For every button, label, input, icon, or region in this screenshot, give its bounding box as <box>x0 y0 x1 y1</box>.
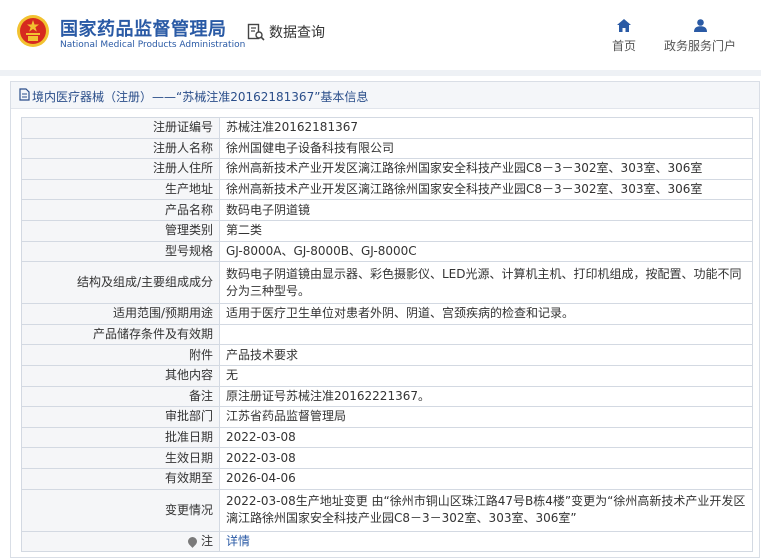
data-query-link[interactable]: 数据查询 <box>247 22 325 42</box>
nav-government-service[interactable]: 政务服务门户 <box>660 19 740 54</box>
row-key: 产品名称 <box>21 199 220 221</box>
row-key: 审批部门 <box>21 406 220 428</box>
nav-home[interactable]: 首页 <box>604 19 644 54</box>
note-key: 注 <box>200 533 213 548</box>
details-link[interactable]: 详情 <box>226 534 250 548</box>
table-row: 产品储存条件及有效期 <box>21 323 753 346</box>
row-value: 无 <box>219 364 753 387</box>
site-title[interactable]: 国家药品监督管理局 <box>60 15 227 41</box>
row-value: 第二类 <box>219 219 753 242</box>
user-icon <box>693 19 707 32</box>
row-key: 注册人名称 <box>21 137 220 160</box>
row-key: 其他内容 <box>21 364 220 387</box>
table-row: 注 详情 <box>21 530 753 553</box>
table-row: 适用范围/预期用途 适用于医疗卫生单位对患者外阴、阴道、宫颈疾病的检查和记录。 <box>21 303 753 325</box>
row-value: 徐州国健电子设备科技有限公司 <box>219 137 753 160</box>
table-row: 变更情况 2022-03-08生产地址变更 由“徐州市铜山区珠江路47号B栋4楼”… <box>21 488 753 532</box>
document-icon <box>19 88 30 101</box>
row-value: 苏械注准20162181367 <box>219 117 753 139</box>
row-value <box>219 323 753 346</box>
row-value: 原注册证号苏械注准20162221367。 <box>219 385 753 408</box>
row-key: 备注 <box>21 385 220 408</box>
table-row: 注册证编号 苏械注准20162181367 <box>21 117 753 139</box>
note-key-cell: 注 <box>21 530 220 553</box>
row-key: 生产地址 <box>21 178 220 201</box>
row-value: 数码电子阴道镜由显示器、彩色摄影仪、LED光源、计算机主机、打印机组成，按配置、… <box>219 261 753 305</box>
row-value: 徐州高新技术产业开发区漓江路徐州国家安全科技产业园C8－3－302室、303室、… <box>219 158 753 180</box>
site-header: 国家药品监督管理局 National Medical Products Admi… <box>0 0 761 70</box>
row-key: 型号规格 <box>21 240 220 263</box>
row-value: 适用于医疗卫生单位对患者外阴、阴道、宫颈疾病的检查和记录。 <box>219 303 753 325</box>
home-icon <box>617 19 631 32</box>
row-key: 结构及组成/主要组成成分 <box>21 261 220 305</box>
national-emblem-icon <box>17 15 49 47</box>
row-key: 变更情况 <box>21 488 220 532</box>
map-pin-icon <box>186 534 199 548</box>
row-key: 产品储存条件及有效期 <box>21 323 220 346</box>
note-value-cell: 详情 <box>219 530 753 553</box>
nav-home-label: 首页 <box>611 39 636 53</box>
row-key: 有效期至 <box>21 467 220 490</box>
table-row: 其他内容无 <box>21 364 753 387</box>
data-query-label: 数据查询 <box>269 25 325 41</box>
breadcrumb: 境内医疗器械（注册）——“苏械注准20162181367”基本信息 <box>11 82 759 109</box>
document-search-icon <box>247 23 265 41</box>
site-subtitle: National Medical Products Administration <box>60 40 246 50</box>
row-key: 生效日期 <box>21 447 220 469</box>
row-key: 附件 <box>21 344 220 366</box>
table-row: 生效日期 2022-03-08 <box>21 447 753 469</box>
table-row: 产品名称 数码电子阴道镜 <box>21 199 753 221</box>
table-row: 结构及组成/主要组成成分 数码电子阴道镜由显示器、彩色摄影仪、LED光源、计算机主… <box>21 261 753 305</box>
row-value: 2022-03-08 <box>219 447 753 469</box>
row-value: 2022-03-08 <box>219 426 753 449</box>
row-value: GJ-8000A、GJ-8000B、GJ-8000C <box>219 240 753 263</box>
row-value: 数码电子阴道镜 <box>219 199 753 221</box>
table-row: 型号规格 GJ-8000A、GJ-8000B、GJ-8000C <box>21 240 753 263</box>
breadcrumb-text: 境内医疗器械（注册）——“苏械注准20162181367”基本信息 <box>32 90 369 104</box>
table-row: 生产地址 徐州高新技术产业开发区漓江路徐州国家安全科技产业园C8－3－302室、3… <box>21 178 753 201</box>
table-row: 注册人住所 徐州高新技术产业开发区漓江路徐州国家安全科技产业园C8－3－302室、… <box>21 158 753 180</box>
row-key: 注册证编号 <box>21 117 220 139</box>
table-row: 批准日期 2022-03-08 <box>21 426 753 449</box>
row-key: 批准日期 <box>21 426 220 449</box>
table-row: 附件 产品技术要求 <box>21 344 753 366</box>
table-row: 有效期至 2026-04-06 <box>21 467 753 490</box>
nav-government-service-label: 政务服务门户 <box>663 39 736 53</box>
table-row: 审批部门 江苏省药品监督管理局 <box>21 406 753 428</box>
row-key: 注册人住所 <box>21 158 220 180</box>
row-value: 2022-03-08生产地址变更 由“徐州市铜山区珠江路47号B栋4楼”变更为“… <box>219 488 753 532</box>
row-key: 适用范围/预期用途 <box>21 303 220 325</box>
row-key: 管理类别 <box>21 219 220 242</box>
table-row: 备注 原注册证号苏械注准20162221367。 <box>21 385 753 408</box>
row-value: 徐州高新技术产业开发区漓江路徐州国家安全科技产业园C8－3－302室、303室、… <box>219 178 753 201</box>
row-value: 产品技术要求 <box>219 344 753 366</box>
table-row: 管理类别 第二类 <box>21 219 753 242</box>
detail-panel: 境内医疗器械（注册）——“苏械注准20162181367”基本信息 注册证编号苏… <box>10 81 760 558</box>
table-row: 注册人名称 徐州国健电子设备科技有限公司 <box>21 137 753 160</box>
row-value: 2026-04-06 <box>219 467 753 490</box>
header-divider <box>0 70 761 76</box>
registration-info-table: 注册证编号 苏械注准20162181367 注册人名称 徐州国健电子设备科技有限公司… <box>21 117 753 553</box>
row-value: 江苏省药品监督管理局 <box>219 406 753 428</box>
